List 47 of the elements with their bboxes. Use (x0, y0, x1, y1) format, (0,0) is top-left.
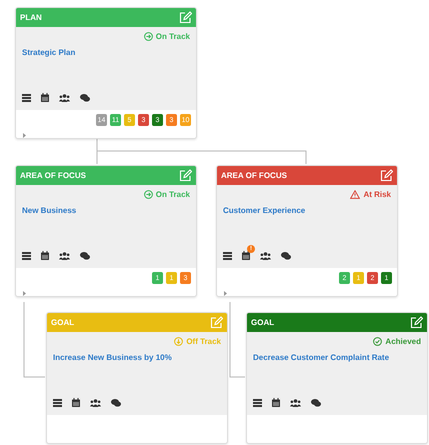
card-title[interactable]: Increase New Business by 10% (53, 353, 221, 362)
card-type: GOAL (251, 318, 274, 327)
card-title[interactable]: Strategic Plan (22, 48, 190, 57)
calendar-icon[interactable] (72, 398, 80, 407)
card-type: GOAL (51, 318, 74, 327)
chat-icon[interactable] (80, 94, 90, 102)
right-arrow-circle-icon (144, 190, 153, 199)
chat-icon[interactable] (111, 398, 121, 406)
warning-icon (350, 190, 360, 199)
edit-icon[interactable] (380, 169, 393, 182)
edit-icon[interactable] (410, 316, 423, 329)
calendar-icon[interactable] (41, 251, 49, 260)
card-type: PLAN (20, 13, 42, 22)
list-icon[interactable] (253, 398, 262, 406)
people-icon[interactable] (59, 94, 70, 102)
status-label: On Track (144, 190, 190, 199)
list-icon[interactable] (22, 94, 31, 102)
list-icon[interactable] (223, 252, 232, 260)
check-circle-icon (373, 337, 382, 346)
card-title[interactable]: New Business (22, 206, 190, 215)
caret-icon[interactable] (22, 291, 27, 296)
people-icon[interactable] (90, 398, 101, 406)
status-label: On Track (144, 32, 190, 41)
status-label: Off Track (174, 337, 221, 346)
people-icon[interactable] (260, 252, 271, 260)
status-label: At Risk (350, 190, 391, 199)
card-type: AREA OF FOCUS (20, 171, 86, 180)
edit-icon[interactable] (179, 169, 192, 182)
calendar-icon[interactable] (272, 398, 280, 407)
caret-icon[interactable] (22, 133, 27, 138)
chat-icon[interactable] (281, 252, 291, 260)
people-icon[interactable] (290, 398, 301, 406)
card-type: AREA OF FOCUS (221, 171, 287, 180)
down-arrow-circle-icon (174, 337, 184, 346)
card-title[interactable]: Customer Experience (223, 206, 391, 215)
chat-icon[interactable] (311, 398, 321, 406)
caret-icon[interactable] (223, 291, 228, 296)
right-arrow-circle-icon (144, 32, 153, 41)
calendar-icon[interactable] (41, 93, 49, 102)
edit-icon[interactable] (179, 11, 192, 24)
list-icon[interactable] (53, 398, 62, 406)
status-label: Achieved (373, 337, 421, 346)
people-icon[interactable] (59, 252, 70, 260)
list-icon[interactable] (22, 252, 31, 260)
card-title[interactable]: Decrease Customer Complaint Rate (253, 353, 421, 362)
calendar-icon[interactable] (242, 251, 250, 260)
chat-icon[interactable] (80, 252, 90, 260)
